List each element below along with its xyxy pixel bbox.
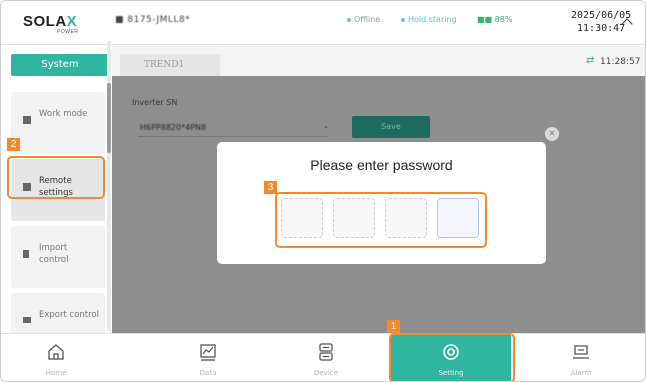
sidebar-item-label: Import control <box>39 243 69 265</box>
sidebar-item-label: Work mode <box>39 109 88 119</box>
nav-label: Device <box>314 369 338 377</box>
sidebar-item-import-control[interactable]: Import control <box>11 226 105 288</box>
device-serial: ■ 8175-JMLL8* <box>115 15 191 25</box>
annotation-badge-3: 3 <box>264 181 277 194</box>
highlight-password-fields <box>275 192 487 248</box>
header-date: 2025/06/05 <box>571 10 632 21</box>
device-icon <box>319 343 333 361</box>
dialog-title: Please enter password <box>310 157 453 173</box>
nav-data[interactable]: Data <box>153 334 263 381</box>
sidebar-scroll-thumb[interactable] <box>107 83 111 153</box>
annotation-badge-2: 2 <box>7 138 20 151</box>
home-icon <box>48 344 64 360</box>
app-window: SOLAX POWER ■ 8175-JMLL8* Offline Hold s… <box>0 0 646 382</box>
sidebar-title: System <box>11 54 109 76</box>
nav-alarm[interactable]: Alarm <box>521 334 641 381</box>
close-icon[interactable]: ✕ <box>545 127 559 141</box>
solax-logo: SOLAX POWER <box>23 13 79 35</box>
nav-label: Data <box>199 369 217 377</box>
inverter-sn-label: Inverter SN <box>132 98 178 107</box>
annotation-badge-1: 1 <box>387 320 400 333</box>
tab-trend[interactable]: TREND1 <box>120 54 220 76</box>
refresh-icon[interactable]: ⇄ <box>586 55 594 66</box>
alarm-icon <box>573 345 589 359</box>
select-underline <box>138 136 328 137</box>
signal-status: ■■ 88% <box>477 15 513 24</box>
sidebar-item-work-mode[interactable]: Work mode <box>11 92 105 154</box>
inverter-sn-select[interactable]: H6PP8820*4PN8 <box>140 123 206 132</box>
work-mode-icon <box>23 116 31 124</box>
nav-device[interactable]: Device <box>271 334 381 381</box>
nav-label: Home <box>45 369 67 377</box>
hold-status: Hold staring <box>401 15 457 24</box>
chevron-down-icon[interactable]: ⌄ <box>323 122 329 130</box>
offline-status: Offline <box>347 15 380 24</box>
nav-label: Alarm <box>570 369 592 377</box>
nav-home[interactable]: Home <box>1 334 111 381</box>
highlight-remote-settings <box>7 156 105 199</box>
top-header: SOLAX POWER ■ 8175-JMLL8* Offline Hold s… <box>1 1 645 45</box>
sidebar-item-label: Export control <box>39 310 99 320</box>
save-button[interactable]: Save <box>352 116 430 138</box>
panel-clock: 11:28:57 <box>600 57 641 67</box>
import-control-icon <box>23 250 29 258</box>
data-chart-icon <box>200 344 216 361</box>
export-control-icon <box>23 317 31 323</box>
highlight-setting-tab <box>389 333 515 381</box>
bottom-nav: Home Data Device Setting Alarm <box>1 333 645 381</box>
tab-bar: TREND1 ⇄ 11:28:57 <box>112 46 645 76</box>
